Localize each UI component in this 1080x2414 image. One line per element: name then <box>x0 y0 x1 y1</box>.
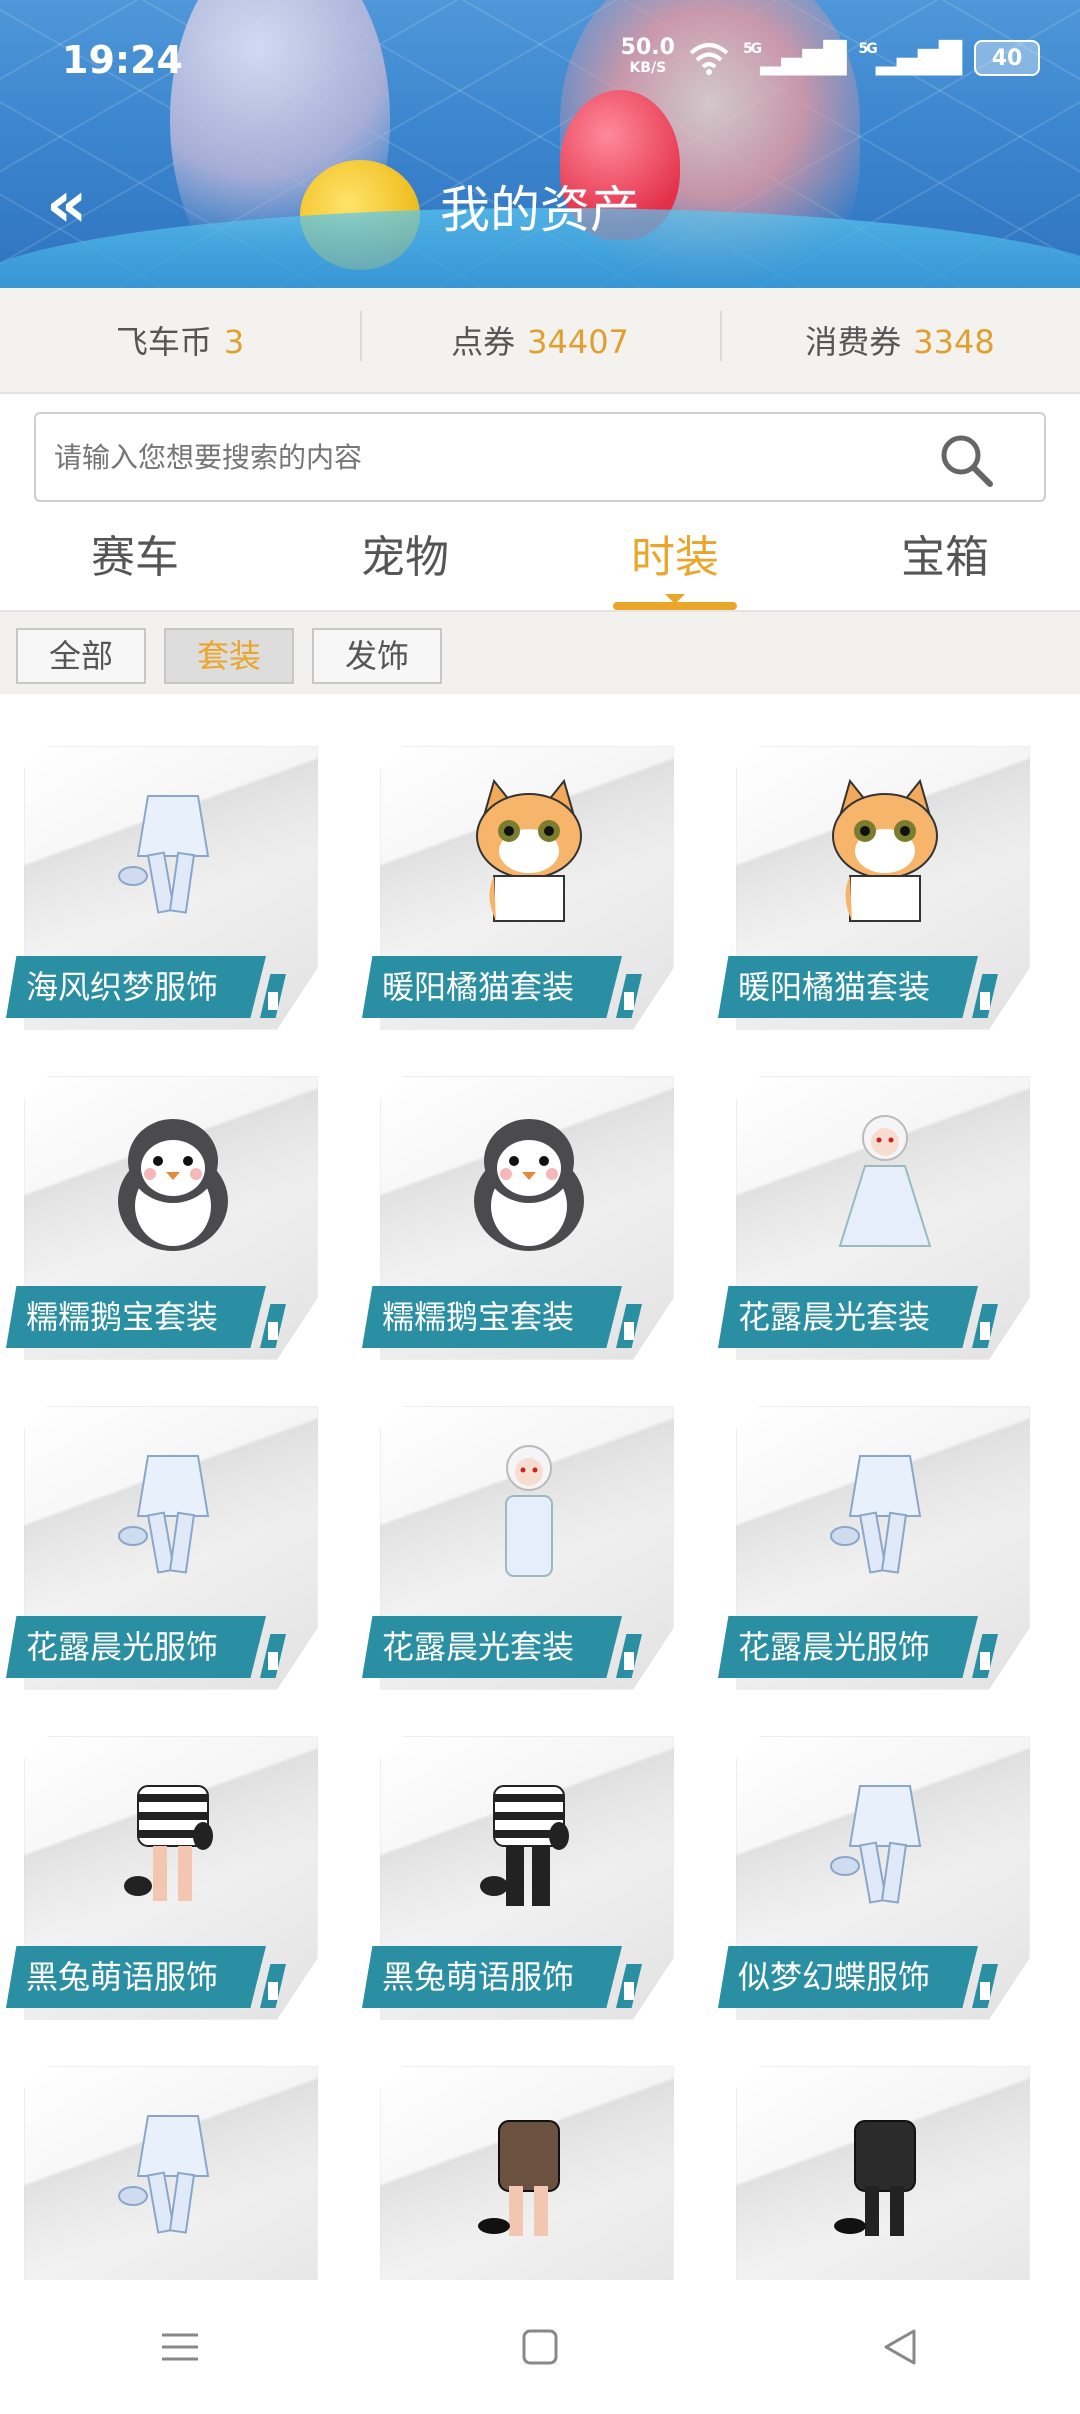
page-title: 我的资产 <box>440 181 640 239</box>
tab-label: 宠物 <box>361 532 449 583</box>
item-name: 花露晨光服饰 <box>718 1616 978 1678</box>
battery-icon: 40 <box>974 40 1040 76</box>
tab-label: 赛车 <box>91 532 179 583</box>
item-card[interactable]: 暖阳橘猫套装 <box>718 720 1030 1030</box>
penguin-image <box>98 1106 248 1256</box>
item-card[interactable] <box>18 2040 318 2280</box>
category-tabs: 赛车 宠物 时装 宝箱 <box>0 510 1080 612</box>
item-card[interactable]: 黑兔萌语服饰 <box>6 1710 318 2020</box>
item-card[interactable]: 糯糯鹅宝套装 <box>362 1050 674 1360</box>
currency-label: 消费券 <box>805 323 902 361</box>
currency-dianquan: 点券 34407 <box>360 311 720 363</box>
back-triangle-icon <box>884 2329 916 2365</box>
currency-feicheb: 飞车币 3 <box>0 317 360 363</box>
outfit-white-suit-image <box>810 1436 960 1586</box>
status-icons: 50.0 KB/S 5G▂▄▆█ 5G▂▄▆█ 40 <box>620 35 1040 78</box>
home-square-icon <box>522 2329 558 2365</box>
outfit-white-dress-image <box>98 1436 248 1586</box>
currency-xiaofeiquan: 消费券 3348 <box>720 311 1080 363</box>
item-name: 黑兔萌语服饰 <box>6 1946 266 2008</box>
outfit-striped-image <box>98 1766 248 1916</box>
item-card[interactable]: 花露晨光套装 <box>362 1380 674 1690</box>
outfit-blue-image <box>98 776 248 926</box>
tab-fashion[interactable]: 时装 <box>540 510 810 610</box>
currency-label: 点券 <box>451 323 516 361</box>
search-icon[interactable] <box>938 432 994 488</box>
item-name: 糯糯鹅宝套装 <box>6 1286 266 1348</box>
tab-pet[interactable]: 宠物 <box>270 510 540 610</box>
item-card[interactable]: 花露晨光套装 <box>718 1050 1030 1360</box>
cat-image <box>454 776 604 926</box>
active-tab-indicator <box>613 594 737 610</box>
item-name: 黑兔萌语服饰 <box>362 1946 622 2008</box>
item-card[interactable]: 花露晨光服饰 <box>718 1380 1030 1690</box>
filter-bar: 全部 套装 发饰 <box>0 612 1080 694</box>
tab-label: 时装 <box>631 532 719 583</box>
item-card[interactable]: 暖阳橘猫套装 <box>362 720 674 1030</box>
item-name: 海风织梦服饰 <box>6 956 266 1018</box>
item-card[interactable]: 黑兔萌语服饰 <box>362 1710 674 2020</box>
status-time: 19:24 <box>62 38 183 82</box>
item-card[interactable]: 糯糯鹅宝套装 <box>6 1050 318 1360</box>
figure-white-dress-image <box>810 1106 960 1256</box>
header-banner: 19:24 50.0 KB/S 5G▂▄▆█ 5G▂▄▆█ 40 « 我的资产 <box>0 0 1080 288</box>
search-input[interactable] <box>36 414 932 500</box>
net-speed: 50.0 KB/S <box>620 35 675 78</box>
tab-label: 宝箱 <box>901 532 989 583</box>
net-speed-value: 50.0 <box>620 35 675 60</box>
home-button[interactable] <box>510 2317 570 2377</box>
signal-1-icon: 5G▂▄▆█ <box>742 40 847 76</box>
item-card[interactable] <box>730 2040 1030 2280</box>
back-nav-button[interactable] <box>870 2317 930 2377</box>
item-name: 花露晨光服饰 <box>6 1616 266 1678</box>
menu-button[interactable] <box>150 2317 210 2377</box>
wifi-icon <box>689 43 729 75</box>
item-card[interactable]: 花露晨光服饰 <box>6 1380 318 1690</box>
figure-white-suit-image <box>454 1436 604 1586</box>
currency-bar: 飞车币 3 点券 34407 消费券 3348 <box>0 288 1080 394</box>
item-card[interactable] <box>374 2040 674 2280</box>
currency-value: 34407 <box>527 323 629 361</box>
item-name: 花露晨光套装 <box>362 1616 622 1678</box>
item-card[interactable]: 似梦幻蝶服饰 <box>718 1710 1030 2020</box>
signal-1-label: 5G <box>742 40 762 57</box>
tab-racecar[interactable]: 赛车 <box>0 510 270 610</box>
penguin-image <box>454 1106 604 1256</box>
filter-suit[interactable]: 套装 <box>164 628 294 684</box>
filter-hair-accessory[interactable]: 发饰 <box>312 628 442 684</box>
item-name: 糯糯鹅宝套装 <box>362 1286 622 1348</box>
outfit-striped-pants-image <box>454 1766 604 1916</box>
item-card[interactable]: 海风织梦服饰 <box>6 720 318 1030</box>
outfit-white-gown-image <box>810 1766 960 1916</box>
tab-chest[interactable]: 宝箱 <box>810 510 1080 610</box>
signal-2-icon: 5G▂▄▆█ <box>858 40 962 76</box>
cat-image <box>810 776 960 926</box>
signal-2-label: 5G <box>858 40 877 57</box>
currency-label: 飞车币 <box>115 323 212 361</box>
menu-icon <box>162 2333 198 2361</box>
search-box <box>34 412 1046 502</box>
currency-value: 3 <box>223 323 245 361</box>
filter-all[interactable]: 全部 <box>16 628 146 684</box>
item-name: 似梦幻蝶服饰 <box>718 1946 978 2008</box>
outfit-white-long-image <box>98 2096 248 2246</box>
item-name: 花露晨光套装 <box>718 1286 978 1348</box>
outfit-black-lace-image <box>454 2096 604 2246</box>
outfit-black-suit-image <box>810 2096 960 2246</box>
item-name: 暖阳橘猫套装 <box>718 956 978 1018</box>
net-speed-unit: KB/S <box>629 60 667 76</box>
item-grid: 海风织梦服饰 暖阳橘猫套装 暖阳橘猫套装 糯糯鹅宝套装 糯糯鹅宝套装 花露晨光套装 花露晨光… <box>0 700 1080 2280</box>
currency-value: 3348 <box>913 323 995 361</box>
item-name: 暖阳橘猫套装 <box>362 956 622 1018</box>
system-nav-bar <box>0 2280 1080 2414</box>
